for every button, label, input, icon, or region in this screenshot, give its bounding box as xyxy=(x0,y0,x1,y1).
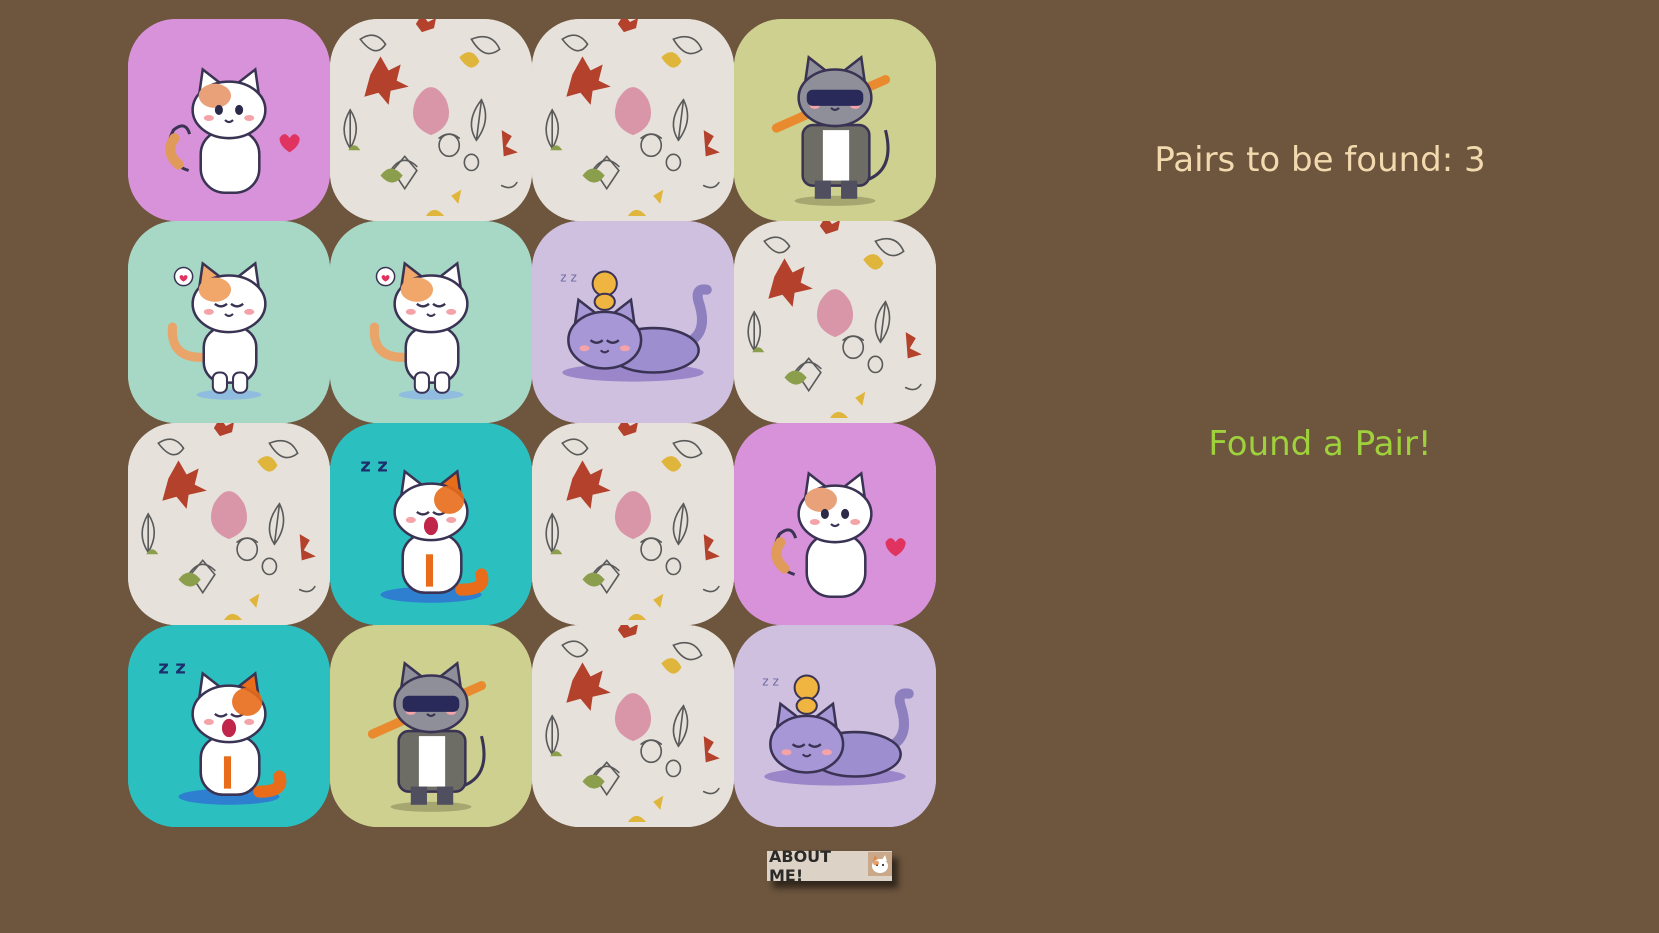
card-cat-yoga[interactable] xyxy=(330,221,532,423)
card-cat-heart[interactable] xyxy=(128,19,330,221)
about-me-button[interactable]: ABOUT ME! xyxy=(767,847,892,885)
card-sleeping-cat-chick[interactable]: z z xyxy=(734,625,936,827)
card-face-down[interactable] xyxy=(330,19,532,221)
match-message: Found a Pair! xyxy=(1208,424,1432,464)
svg-text:z z: z z xyxy=(560,271,577,285)
card-face-down[interactable] xyxy=(532,19,734,221)
card-yawning-cat[interactable]: z z xyxy=(330,423,532,625)
svg-text:z z: z z xyxy=(360,455,387,476)
card-yawning-cat[interactable]: z z xyxy=(128,625,330,827)
card-cool-cat-sunglasses[interactable] xyxy=(330,625,532,827)
card-cat-yoga[interactable] xyxy=(128,221,330,423)
svg-text:z z: z z xyxy=(762,675,779,689)
cat-icon xyxy=(868,852,892,880)
card-face-down[interactable] xyxy=(128,423,330,625)
card-face-down[interactable] xyxy=(532,423,734,625)
card-face-down[interactable] xyxy=(532,625,734,827)
about-me-label: ABOUT ME! xyxy=(769,847,832,885)
card-cat-heart[interactable] xyxy=(734,423,936,625)
card-face-down[interactable] xyxy=(734,221,936,423)
card-sleeping-cat-chick[interactable]: z z xyxy=(532,221,734,423)
memory-board: z z z z z z z z xyxy=(128,19,936,827)
svg-text:z z: z z xyxy=(158,657,185,678)
pairs-remaining-text: Pairs to be found: 3 xyxy=(1154,140,1486,180)
card-cool-cat-sunglasses[interactable] xyxy=(734,19,936,221)
